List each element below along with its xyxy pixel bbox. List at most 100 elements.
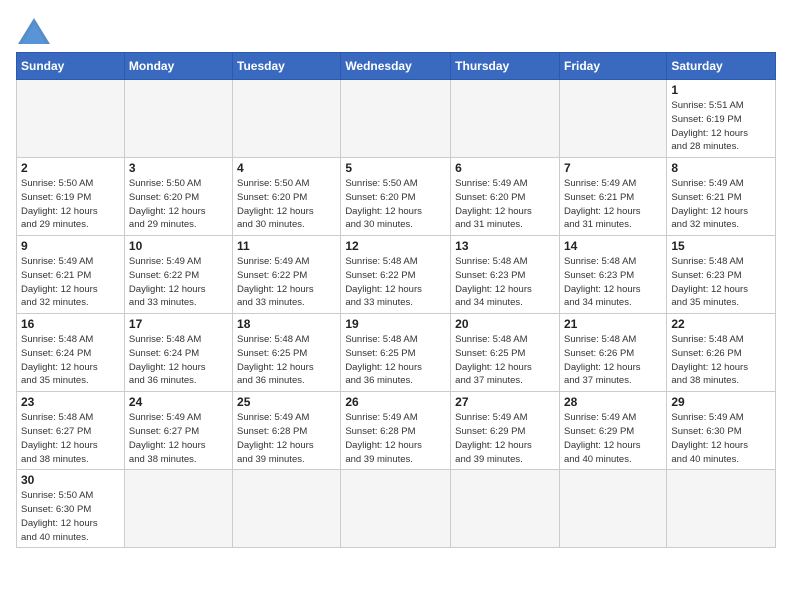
day-info: Sunrise: 5:49 AMSunset: 6:21 PMDaylight:…	[21, 255, 120, 310]
calendar-cell: 8 Sunrise: 5:49 AMSunset: 6:21 PMDaylight…	[667, 158, 776, 236]
day-number: 2	[21, 161, 120, 175]
calendar-week-2: 2Sunrise: 5:50 AMSunset: 6:19 PMDaylight…	[17, 158, 776, 236]
header-friday: Friday	[559, 53, 666, 80]
day-info: Sunrise: 5:48 AMSunset: 6:25 PMDaylight:…	[455, 333, 555, 388]
calendar-cell	[451, 470, 560, 548]
day-info: Sunrise: 5:49 AMSunset: 6:30 PMDaylight:…	[671, 411, 771, 466]
calendar-cell	[233, 470, 341, 548]
calendar-cell: 5Sunrise: 5:50 AMSunset: 6:20 PMDaylight…	[341, 158, 451, 236]
day-number: 17	[129, 317, 228, 331]
calendar-cell: 14Sunrise: 5:48 AMSunset: 6:23 PMDayligh…	[559, 236, 666, 314]
calendar-cell: 16 Sunrise: 5:48 AMSunset: 6:24 PMDayligh…	[17, 314, 125, 392]
day-number: 1	[671, 83, 771, 97]
header-sunday: Sunday	[17, 53, 125, 80]
header-saturday: Saturday	[667, 53, 776, 80]
day-info: Sunrise: 5:51 AMSunset: 6:19 PMDaylight:…	[671, 99, 771, 154]
day-info: Sunrise: 5:50 AMSunset: 6:20 PMDaylight:…	[129, 177, 228, 232]
calendar-cell: 13 Sunrise: 5:48 AMSunset: 6:23 PMDayligh…	[451, 236, 560, 314]
header-wednesday: Wednesday	[341, 53, 451, 80]
day-info: Sunrise: 5:48 AMSunset: 6:24 PMDaylight:…	[21, 333, 120, 388]
day-number: 13	[455, 239, 555, 253]
calendar-cell: 22 Sunrise: 5:48 AMSunset: 6:26 PMDayligh…	[667, 314, 776, 392]
calendar-cell: 18 Sunrise: 5:48 AMSunset: 6:25 PMDayligh…	[233, 314, 341, 392]
day-number: 26	[345, 395, 446, 409]
day-number: 19	[345, 317, 446, 331]
calendar-cell: 6Sunrise: 5:49 AMSunset: 6:20 PMDaylight…	[451, 158, 560, 236]
calendar-cell: 19Sunrise: 5:48 AMSunset: 6:25 PMDayligh…	[341, 314, 451, 392]
day-number: 24	[129, 395, 228, 409]
day-info: Sunrise: 5:48 AMSunset: 6:25 PMDaylight:…	[237, 333, 336, 388]
day-number: 18	[237, 317, 336, 331]
calendar-week-5: 23Sunrise: 5:48 AMSunset: 6:27 PMDayligh…	[17, 392, 776, 470]
logo-icon	[16, 16, 52, 46]
header-tuesday: Tuesday	[233, 53, 341, 80]
calendar-cell: 9Sunrise: 5:49 AMSunset: 6:21 PMDaylight…	[17, 236, 125, 314]
day-info: Sunrise: 5:50 AMSunset: 6:20 PMDaylight:…	[237, 177, 336, 232]
calendar-cell	[124, 80, 232, 158]
logo	[16, 16, 56, 46]
day-info: Sunrise: 5:49 AMSunset: 6:21 PMDaylight:…	[671, 177, 771, 232]
calendar-cell: 30Sunrise: 5:50 AMSunset: 6:30 PMDayligh…	[17, 470, 125, 548]
calendar: SundayMondayTuesdayWednesdayThursdayFrid…	[16, 52, 776, 548]
day-number: 8	[671, 161, 771, 175]
day-number: 25	[237, 395, 336, 409]
calendar-cell: 15 Sunrise: 5:48 AMSunset: 6:23 PMDayligh…	[667, 236, 776, 314]
day-info: Sunrise: 5:49 AMSunset: 6:22 PMDaylight:…	[237, 255, 336, 310]
calendar-cell: 10 Sunrise: 5:49 AMSunset: 6:22 PMDayligh…	[124, 236, 232, 314]
calendar-header-row: SundayMondayTuesdayWednesdayThursdayFrid…	[17, 53, 776, 80]
day-info: Sunrise: 5:49 AMSunset: 6:29 PMDaylight:…	[455, 411, 555, 466]
day-info: Sunrise: 5:49 AMSunset: 6:21 PMDaylight:…	[564, 177, 662, 232]
calendar-cell: 21Sunrise: 5:48 AMSunset: 6:26 PMDayligh…	[559, 314, 666, 392]
calendar-cell: 4 Sunrise: 5:50 AMSunset: 6:20 PMDaylight…	[233, 158, 341, 236]
day-info: Sunrise: 5:49 AMSunset: 6:27 PMDaylight:…	[129, 411, 228, 466]
calendar-cell: 24 Sunrise: 5:49 AMSunset: 6:27 PMDayligh…	[124, 392, 232, 470]
day-info: Sunrise: 5:48 AMSunset: 6:26 PMDaylight:…	[671, 333, 771, 388]
day-number: 29	[671, 395, 771, 409]
day-number: 14	[564, 239, 662, 253]
calendar-cell	[124, 470, 232, 548]
day-number: 15	[671, 239, 771, 253]
day-info: Sunrise: 5:49 AMSunset: 6:29 PMDaylight:…	[564, 411, 662, 466]
day-number: 28	[564, 395, 662, 409]
calendar-cell: 12Sunrise: 5:48 AMSunset: 6:22 PMDayligh…	[341, 236, 451, 314]
day-number: 22	[671, 317, 771, 331]
calendar-cell: 26 Sunrise: 5:49 AMSunset: 6:28 PMDayligh…	[341, 392, 451, 470]
calendar-cell: 1 Sunrise: 5:51 AMSunset: 6:19 PMDaylight…	[667, 80, 776, 158]
day-number: 11	[237, 239, 336, 253]
calendar-week-3: 9Sunrise: 5:49 AMSunset: 6:21 PMDaylight…	[17, 236, 776, 314]
day-number: 4	[237, 161, 336, 175]
day-number: 30	[21, 473, 120, 487]
header	[16, 16, 776, 46]
calendar-cell: 28 Sunrise: 5:49 AMSunset: 6:29 PMDayligh…	[559, 392, 666, 470]
header-monday: Monday	[124, 53, 232, 80]
calendar-week-6: 30Sunrise: 5:50 AMSunset: 6:30 PMDayligh…	[17, 470, 776, 548]
day-info: Sunrise: 5:48 AMSunset: 6:27 PMDaylight:…	[21, 411, 120, 466]
calendar-cell	[559, 470, 666, 548]
calendar-cell	[17, 80, 125, 158]
day-number: 7	[564, 161, 662, 175]
calendar-week-4: 16 Sunrise: 5:48 AMSunset: 6:24 PMDayligh…	[17, 314, 776, 392]
calendar-cell: 27 Sunrise: 5:49 AMSunset: 6:29 PMDayligh…	[451, 392, 560, 470]
day-info: Sunrise: 5:49 AMSunset: 6:22 PMDaylight:…	[129, 255, 228, 310]
day-number: 10	[129, 239, 228, 253]
day-info: Sunrise: 5:48 AMSunset: 6:23 PMDaylight:…	[455, 255, 555, 310]
calendar-cell	[341, 80, 451, 158]
day-number: 21	[564, 317, 662, 331]
header-thursday: Thursday	[451, 53, 560, 80]
calendar-cell	[233, 80, 341, 158]
day-number: 3	[129, 161, 228, 175]
day-number: 20	[455, 317, 555, 331]
day-number: 16	[21, 317, 120, 331]
calendar-cell: 29 Sunrise: 5:49 AMSunset: 6:30 PMDayligh…	[667, 392, 776, 470]
day-info: Sunrise: 5:48 AMSunset: 6:24 PMDaylight:…	[129, 333, 228, 388]
calendar-week-1: 1 Sunrise: 5:51 AMSunset: 6:19 PMDaylight…	[17, 80, 776, 158]
day-info: Sunrise: 5:49 AMSunset: 6:28 PMDaylight:…	[237, 411, 336, 466]
calendar-cell: 2Sunrise: 5:50 AMSunset: 6:19 PMDaylight…	[17, 158, 125, 236]
calendar-cell	[341, 470, 451, 548]
day-info: Sunrise: 5:49 AMSunset: 6:20 PMDaylight:…	[455, 177, 555, 232]
day-info: Sunrise: 5:48 AMSunset: 6:22 PMDaylight:…	[345, 255, 446, 310]
day-info: Sunrise: 5:49 AMSunset: 6:28 PMDaylight:…	[345, 411, 446, 466]
day-info: Sunrise: 5:48 AMSunset: 6:23 PMDaylight:…	[671, 255, 771, 310]
calendar-cell	[667, 470, 776, 548]
day-number: 27	[455, 395, 555, 409]
